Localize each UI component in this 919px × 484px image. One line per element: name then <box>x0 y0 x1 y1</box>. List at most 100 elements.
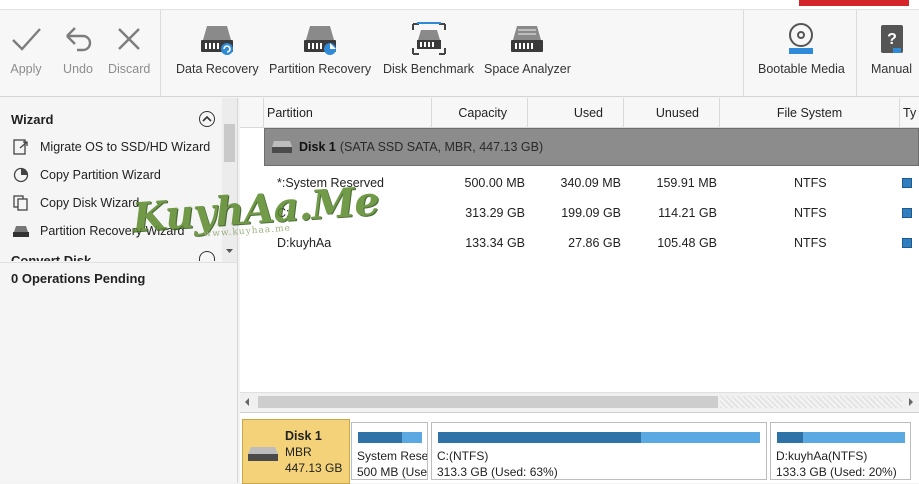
bootable-media-button[interactable]: Bootable Media <box>758 22 845 76</box>
migrate-icon <box>13 139 28 155</box>
partition-used: 199.09 GB <box>561 206 621 220</box>
partition-fs: NTFS <box>794 206 827 220</box>
manual-button[interactable]: ? Manual <box>871 22 912 76</box>
manual-icon: ? <box>880 25 903 53</box>
space-analyzer-icon <box>511 26 544 52</box>
disk-name: Disk 1 <box>299 140 336 154</box>
scroll-right-icon[interactable] <box>908 398 914 406</box>
disk-map-size: 447.13 GB <box>285 461 343 475</box>
disk-map-name: Disk 1 <box>285 429 322 443</box>
partition-usage: 133.3 GB (Used: 20%) <box>776 465 897 479</box>
scrollbar-thumb[interactable] <box>258 396 718 408</box>
disk-detail: (SATA SSD SATA, MBR, 447.13 GB) <box>339 140 544 154</box>
partition-table: Partition Capacity Used Unused File Syst… <box>240 98 919 410</box>
disk-map: Disk 1 MBR 447.13 GB System Rese 500 MB … <box>240 412 919 484</box>
discard-button[interactable]: Discard <box>108 22 150 76</box>
toolbar-divider <box>160 10 161 96</box>
column-type[interactable]: Ty <box>899 98 919 128</box>
toolbar-divider <box>856 10 857 96</box>
usage-bar-fill <box>777 432 803 443</box>
partition-used: 340.09 MB <box>560 176 621 190</box>
space-analyzer-button[interactable]: Space Analyzer <box>484 22 571 76</box>
usage-bar-fill <box>438 432 641 443</box>
undo-button[interactable]: Undo <box>61 22 95 76</box>
convert-disk-heading: Convert Disk <box>11 253 92 261</box>
sidebar-scrollbar[interactable] <box>222 98 237 263</box>
disk-recovery-icon <box>13 226 29 237</box>
column-used[interactable]: Used <box>527 98 623 128</box>
space-analyzer-label: Space Analyzer <box>484 62 571 76</box>
divider <box>0 262 238 263</box>
wizard-heading: Wizard <box>11 112 54 127</box>
disk-benchmark-label: Disk Benchmark <box>383 62 474 76</box>
partition-usage: 313.3 GB (Used: 63%) <box>437 465 558 479</box>
partition-name: C: <box>277 206 290 220</box>
sidebar-item-label: Copy Disk Wizard <box>40 196 140 210</box>
partition-capacity: 313.29 GB <box>465 206 525 220</box>
disk-map-partition-system-reserved[interactable]: System Rese 500 MB (Use <box>351 422 428 480</box>
disk-icon <box>248 447 278 461</box>
collapse-wizard-button[interactable] <box>199 111 215 127</box>
apply-label: Apply <box>10 62 42 76</box>
apply-button[interactable]: Apply <box>9 22 43 76</box>
partition-fs: NTFS <box>794 176 827 190</box>
usage-bar-fill <box>358 432 402 443</box>
sidebar-item-copy-partition[interactable]: Copy Partition Wizard <box>12 166 161 184</box>
sidebar-item-migrate-os[interactable]: Migrate OS to SSD/HD Wizard <box>12 138 210 156</box>
collapse-convert-button[interactable] <box>199 251 215 261</box>
title-strip <box>0 0 919 10</box>
sidebar-item-partition-recovery[interactable]: Partition Recovery Wizard <box>12 222 185 240</box>
disk-benchmark-button[interactable]: Disk Benchmark <box>383 22 474 76</box>
undo-label: Undo <box>63 62 93 76</box>
partition-fs: NTFS <box>794 236 827 250</box>
partition-name: D:kuyhAa <box>277 236 332 250</box>
scroll-left-icon[interactable] <box>244 398 250 406</box>
partition-type-marker <box>902 178 912 188</box>
brand-logo <box>799 0 909 6</box>
table-horizontal-scrollbar[interactable] <box>240 392 919 410</box>
partition-type-marker <box>902 238 912 248</box>
column-unused[interactable]: Unused <box>623 98 719 128</box>
table-row[interactable]: C: 313.29 GB 199.09 GB 114.21 GB NTFS <box>240 198 919 228</box>
disk-row[interactable]: Disk 1 (SATA SSD SATA, MBR, 447.13 GB) <box>264 128 919 166</box>
disk-map-type: MBR <box>285 445 312 459</box>
manual-label: Manual <box>871 62 912 76</box>
toolbar-divider <box>743 10 744 96</box>
benchmark-icon <box>411 22 446 55</box>
partition-unused: 159.91 MB <box>656 176 717 190</box>
column-capacity[interactable]: Capacity <box>431 98 527 128</box>
partition-recovery-icon <box>304 26 337 55</box>
scroll-down-icon[interactable] <box>225 248 234 254</box>
partition-used: 27.86 GB <box>568 236 621 250</box>
usage-bar <box>777 432 905 443</box>
table-row[interactable]: D:kuyhAa 133.34 GB 27.86 GB 105.48 GB NT… <box>240 228 919 258</box>
disk-icon <box>272 141 292 153</box>
usage-bar <box>438 432 760 443</box>
bootable-media-icon <box>789 23 814 54</box>
scrollbar-thumb[interactable] <box>224 124 235 162</box>
svg-text:?: ? <box>887 31 897 48</box>
data-recovery-label: Data Recovery <box>176 62 259 76</box>
sidebar-item-label: Migrate OS to SSD/HD Wizard <box>40 140 211 154</box>
disk-map-partition-c[interactable]: C:(NTFS) 313.3 GB (Used: 63%) <box>431 422 767 480</box>
main-toolbar: Apply Undo Discard Data Recovery Partiti… <box>0 0 919 97</box>
disk-map-partition-d[interactable]: D:kuyhAa(NTFS) 133.3 GB (Used: 20%) <box>770 422 911 480</box>
checkmark-icon <box>12 28 41 51</box>
disk-map-disk-1[interactable]: Disk 1 MBR 447.13 GB <box>242 419 350 484</box>
sidebar-item-copy-disk[interactable]: Copy Disk Wizard <box>12 194 139 212</box>
partition-name: *:System Reserved <box>277 176 384 190</box>
bootable-media-label: Bootable Media <box>758 62 845 76</box>
partition-usage: 500 MB (Use <box>357 465 428 479</box>
data-recovery-button[interactable]: Data Recovery <box>176 22 259 76</box>
partition-label: D:kuyhAa(NTFS) <box>776 449 868 463</box>
partition-recovery-button[interactable]: Partition Recovery <box>269 22 371 76</box>
column-partition[interactable]: Partition <box>263 98 431 128</box>
partition-unused: 105.48 GB <box>657 236 717 250</box>
column-file-system[interactable]: File System <box>719 98 899 128</box>
table-row[interactable]: *:System Reserved 500.00 MB 340.09 MB 15… <box>240 168 919 198</box>
chevron-up-icon <box>202 115 212 122</box>
action-panel: Wizard Migrate OS to SSD/HD Wizard Copy … <box>0 98 238 483</box>
partition-type-marker <box>902 208 912 218</box>
operations-pending: 0 Operations Pending <box>11 271 146 286</box>
copy-partition-icon <box>13 167 29 183</box>
